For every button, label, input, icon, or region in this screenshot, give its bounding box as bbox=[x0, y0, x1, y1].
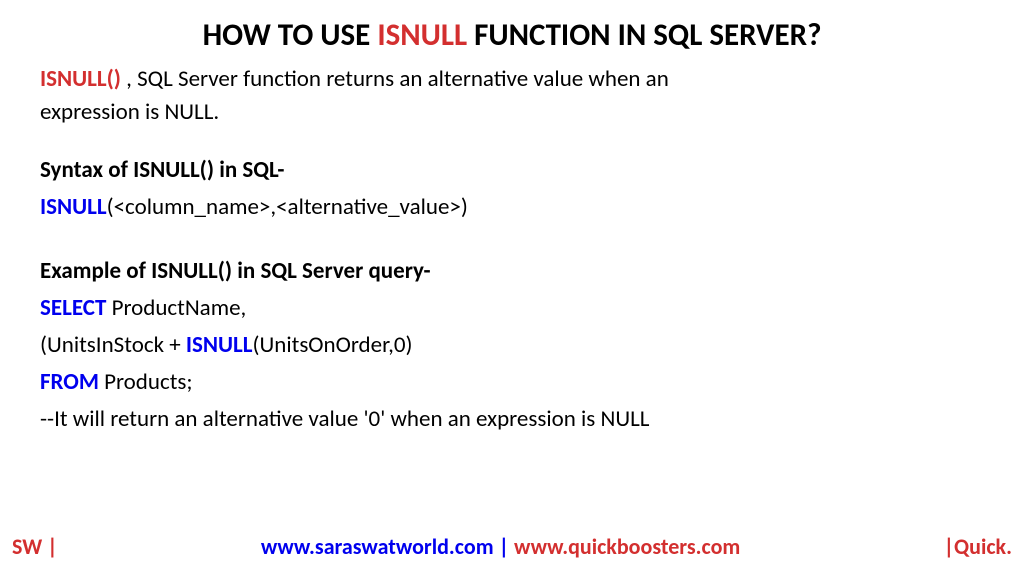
footer-sep: | bbox=[494, 533, 514, 560]
intro-line2: expression is NULL. bbox=[40, 97, 984, 128]
syntax-keyword: ISNULL bbox=[40, 193, 107, 221]
intro-keyword: ISNULL() bbox=[40, 65, 121, 93]
footer-left: SW | bbox=[12, 533, 58, 560]
example-comment: --It will return an alternative value '0… bbox=[40, 404, 984, 435]
example-line2-post: (UnitsOnOrder,0) bbox=[253, 331, 413, 359]
footer-url1: www.saraswatworld.com bbox=[261, 533, 494, 560]
example-line2-pre: (UnitsInStock + bbox=[40, 331, 186, 359]
syntax-params: (<column_name>,<alternative_value>) bbox=[107, 193, 468, 221]
example-line1: SELECT ProductName, bbox=[40, 293, 984, 324]
example-line2: (UnitsInStock + ISNULL(UnitsOnOrder,0) bbox=[40, 330, 984, 361]
example-line3-rest: Products; bbox=[99, 368, 193, 396]
footer-center: www.saraswatworld.com | www.quickbooster… bbox=[261, 533, 740, 560]
page-title: HOW TO USE ISNULL FUNCTION IN SQL SERVER… bbox=[40, 16, 984, 54]
syntax-line: ISNULL(<column_name>,<alternative_value>… bbox=[40, 192, 984, 223]
title-part1: HOW TO USE bbox=[203, 16, 378, 54]
example-line3: FROM Products; bbox=[40, 367, 984, 398]
from-keyword: FROM bbox=[40, 368, 99, 396]
intro-text1: , SQL Server function returns an alterna… bbox=[121, 65, 669, 93]
example-line1-rest: ProductName, bbox=[106, 294, 246, 322]
example-heading: Example of ISNULL() in SQL Server query- bbox=[40, 257, 984, 285]
syntax-heading: Syntax of ISNULL() in SQL- bbox=[40, 156, 984, 184]
footer-right: |Quick. bbox=[944, 533, 1012, 560]
select-keyword: SELECT bbox=[40, 294, 106, 322]
intro-line1: ISNULL() , SQL Server function returns a… bbox=[40, 64, 984, 95]
title-highlight: ISNULL bbox=[377, 16, 467, 54]
footer-url2: www.quickboosters.com bbox=[514, 533, 740, 560]
isnull-keyword: ISNULL bbox=[186, 331, 253, 359]
title-part2: FUNCTION IN SQL SERVER? bbox=[467, 16, 821, 54]
footer: SW | www.saraswatworld.com | www.quickbo… bbox=[0, 533, 1024, 560]
